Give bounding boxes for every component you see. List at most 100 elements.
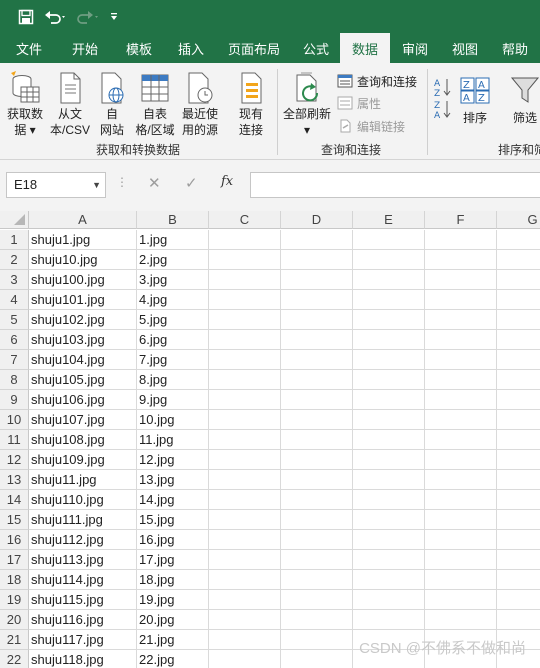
grid-cell[interactable] xyxy=(353,450,425,470)
grid-cell[interactable] xyxy=(497,450,540,470)
grid-cell[interactable] xyxy=(425,390,497,410)
grid-cell[interactable] xyxy=(281,590,353,610)
row-header[interactable]: 13 xyxy=(0,470,29,490)
grid-cell[interactable] xyxy=(497,410,540,430)
row-header[interactable]: 21 xyxy=(0,630,29,650)
tab-data[interactable]: 数据 xyxy=(340,33,390,63)
tab-review[interactable]: 审阅 xyxy=(390,33,440,63)
grid-cell[interactable] xyxy=(497,510,540,530)
grid-cell[interactable] xyxy=(497,530,540,550)
row-header[interactable]: 19 xyxy=(0,590,29,610)
properties-button[interactable]: 属性 xyxy=(337,93,381,113)
grid-cell[interactable]: 10.jpg xyxy=(137,410,209,430)
grid-cell[interactable] xyxy=(209,510,281,530)
select-all-corner[interactable] xyxy=(0,211,29,229)
name-box[interactable]: E18 ▼ xyxy=(6,172,106,198)
grid-cell[interactable] xyxy=(497,350,540,370)
grid-cell[interactable]: 9.jpg xyxy=(137,390,209,410)
tab-view[interactable]: 视图 xyxy=(440,33,490,63)
grid-cell[interactable] xyxy=(209,570,281,590)
grid-cell[interactable]: 11.jpg xyxy=(137,430,209,450)
grid-cell[interactable] xyxy=(353,530,425,550)
grid-cell[interactable] xyxy=(497,230,540,250)
grid-cell[interactable]: shuju103.jpg xyxy=(29,330,137,350)
grid-cell[interactable] xyxy=(425,290,497,310)
grid-cell[interactable] xyxy=(209,270,281,290)
grid-cell[interactable] xyxy=(497,610,540,630)
grid-cell[interactable]: 1.jpg xyxy=(137,230,209,250)
row-header[interactable]: 7 xyxy=(0,350,29,370)
grid-cell[interactable] xyxy=(281,270,353,290)
grid-cell[interactable] xyxy=(497,310,540,330)
from-table-range-button[interactable]: 自表 格/区域 xyxy=(131,69,179,138)
from-text-csv-button[interactable]: 从文 本/CSV xyxy=(46,69,94,138)
grid-cell[interactable] xyxy=(425,570,497,590)
grid-cell[interactable]: shuju105.jpg xyxy=(29,370,137,390)
grid-cell[interactable]: 13.jpg xyxy=(137,470,209,490)
grid-cell[interactable] xyxy=(425,590,497,610)
grid-cell[interactable] xyxy=(425,370,497,390)
grid-cell[interactable] xyxy=(353,490,425,510)
row-header[interactable]: 6 xyxy=(0,330,29,350)
column-header-b[interactable]: B xyxy=(137,211,209,229)
grid-cell[interactable] xyxy=(281,330,353,350)
insert-function-icon[interactable]: fx xyxy=(221,174,233,189)
grid-cell[interactable] xyxy=(425,490,497,510)
grid-cell[interactable] xyxy=(353,570,425,590)
grid-cell[interactable]: 5.jpg xyxy=(137,310,209,330)
row-header[interactable]: 20 xyxy=(0,610,29,630)
grid-cell[interactable] xyxy=(425,350,497,370)
grid-cell[interactable] xyxy=(281,250,353,270)
grid-cell[interactable] xyxy=(425,610,497,630)
grid-cell[interactable]: shuju115.jpg xyxy=(29,590,137,610)
grid-cell[interactable] xyxy=(497,330,540,350)
grid-cell[interactable] xyxy=(425,530,497,550)
row-header[interactable]: 15 xyxy=(0,510,29,530)
grid-cell[interactable]: shuju1.jpg xyxy=(29,230,137,250)
grid-cell[interactable]: shuju106.jpg xyxy=(29,390,137,410)
grid-cell[interactable]: shuju112.jpg xyxy=(29,530,137,550)
grid-cell[interactable] xyxy=(281,630,353,650)
grid-cell[interactable] xyxy=(209,490,281,510)
grid-cell[interactable] xyxy=(353,550,425,570)
grid-cell[interactable] xyxy=(209,450,281,470)
row-header[interactable]: 16 xyxy=(0,530,29,550)
grid-cell[interactable] xyxy=(281,650,353,668)
row-header[interactable]: 12 xyxy=(0,450,29,470)
grid-cell[interactable] xyxy=(497,470,540,490)
grid-cell[interactable] xyxy=(425,450,497,470)
redo-icon[interactable] xyxy=(74,6,102,28)
row-header[interactable]: 22 xyxy=(0,650,29,668)
grid-cell[interactable] xyxy=(497,390,540,410)
grid-cell[interactable]: 16.jpg xyxy=(137,530,209,550)
grid-cell[interactable]: shuju10.jpg xyxy=(29,250,137,270)
formula-input[interactable] xyxy=(250,172,540,198)
tab-home[interactable]: 开始 xyxy=(58,33,112,63)
grid-cell[interactable] xyxy=(209,550,281,570)
grid-cell[interactable] xyxy=(497,430,540,450)
grid-cell[interactable] xyxy=(281,550,353,570)
grid-cell[interactable]: 14.jpg xyxy=(137,490,209,510)
grid-cell[interactable] xyxy=(425,510,497,530)
grid-cell[interactable] xyxy=(425,310,497,330)
grid-cell[interactable] xyxy=(209,530,281,550)
grid-cell[interactable] xyxy=(281,290,353,310)
grid-cell[interactable] xyxy=(209,430,281,450)
grid-cell[interactable] xyxy=(425,470,497,490)
grid-cell[interactable] xyxy=(497,250,540,270)
grid-cell[interactable] xyxy=(281,310,353,330)
grid-cell[interactable]: shuju114.jpg xyxy=(29,570,137,590)
grid-cell[interactable] xyxy=(497,570,540,590)
grid-cell[interactable] xyxy=(281,430,353,450)
grid-cell[interactable]: shuju110.jpg xyxy=(29,490,137,510)
grid-cell[interactable]: shuju118.jpg xyxy=(29,650,137,668)
grid-cell[interactable] xyxy=(353,290,425,310)
row-header[interactable]: 4 xyxy=(0,290,29,310)
grid-cell[interactable] xyxy=(281,490,353,510)
grid-cell[interactable]: 15.jpg xyxy=(137,510,209,530)
grid-cell[interactable]: 22.jpg xyxy=(137,650,209,668)
undo-icon[interactable] xyxy=(42,6,70,28)
grid-cell[interactable]: shuju100.jpg xyxy=(29,270,137,290)
grid-cell[interactable] xyxy=(353,250,425,270)
enter-check-icon[interactable]: ✓ xyxy=(185,174,198,192)
